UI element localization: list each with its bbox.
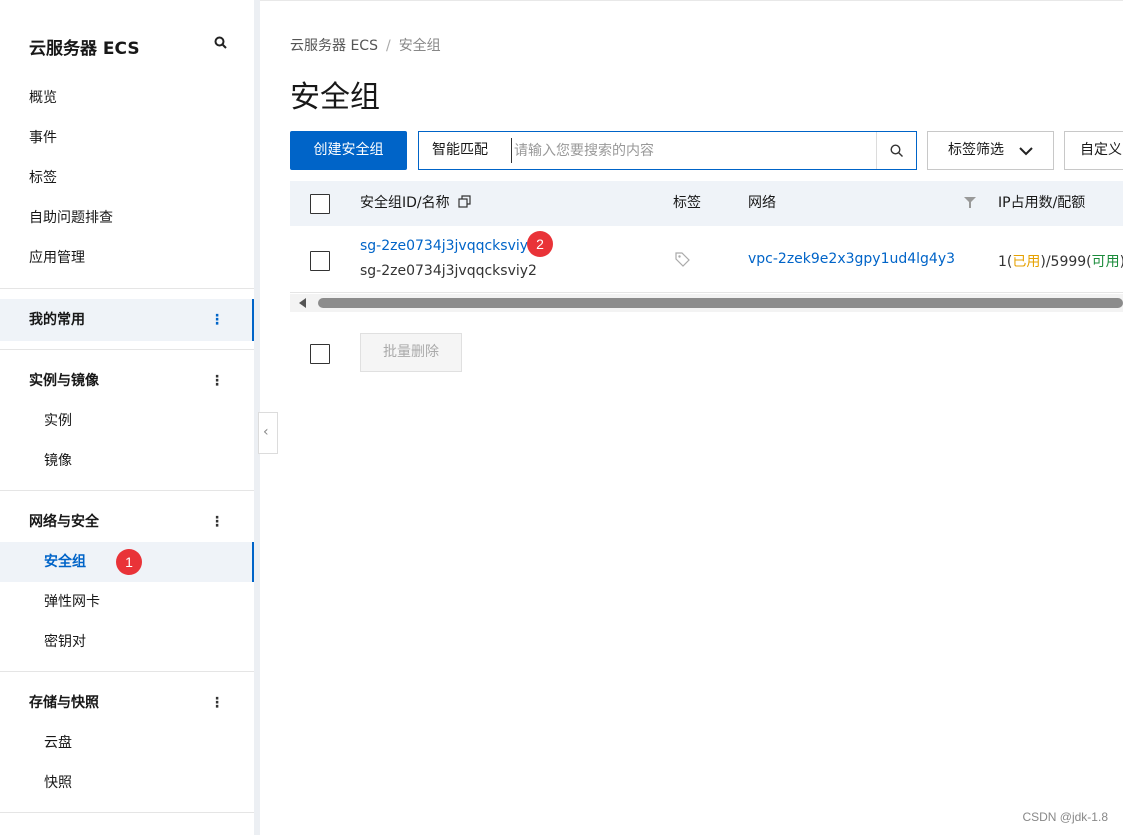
column-header-label: 安全组ID/名称 [360,195,450,211]
column-header-ip-quota: IP占用数/配额 [998,195,1086,211]
sidebar: 云服务器 ECS 概览 事件 标签 自助问题排查 应用管理 我的常用 ⋮ 实例与… [0,0,254,835]
page-title: 安全组 [290,80,380,115]
ip-used-label: 已用 [1012,254,1041,270]
sidebar-divider [0,812,254,813]
sidebar-item-overview[interactable]: 概览 [0,78,254,118]
sidebar-item-instances[interactable]: 实例 [0,401,254,441]
sidebar-section-instances-images[interactable]: 实例与镜像 ⋮ [0,360,254,402]
customize-button[interactable]: 自定义 [1064,131,1123,170]
sidebar-item-images[interactable]: 镜像 [0,441,254,481]
ip-quota: )/5999( [1040,254,1092,270]
search-button[interactable] [876,132,916,169]
table-row: sg-2ze0734j3jvqqcksviy2 sg-2ze0734j3jvqq… [290,226,1123,293]
column-header-network: 网络 [748,195,776,211]
sidebar-divider [0,671,254,672]
ip-suffix: ) [1120,254,1123,270]
search-box: 智能匹配 [418,131,917,170]
sidebar-section-network-security[interactable]: 网络与安全 ⋮ [0,501,254,543]
sidebar-collapse-button[interactable]: ‹ [258,412,278,454]
breadcrumb: 云服务器 ECS / 安全组 [290,35,441,55]
annotation-badge-1: 1 [116,549,142,575]
chevron-left-icon: ‹ [263,424,269,440]
tag-filter-dropdown[interactable]: 标签筛选 [927,131,1054,170]
sidebar-section-label: 存储与快照 [29,695,99,711]
breadcrumb-root[interactable]: 云服务器 ECS [290,38,378,54]
search-icon [890,144,903,157]
copy-icon[interactable] [458,195,471,208]
search-icon[interactable] [214,36,228,50]
sidebar-item-elastic-nic[interactable]: 弹性网卡 [0,582,254,622]
more-icon[interactable]: ⋮ [210,682,224,724]
batch-select-checkbox[interactable] [310,344,330,364]
breadcrumb-separator: / [385,38,391,54]
sidebar-item-tags[interactable]: 标签 [0,158,254,198]
sidebar-divider [0,349,254,350]
batch-delete-button[interactable]: 批量删除 [360,333,462,372]
sidebar-section-storage-snapshots[interactable]: 存储与快照 ⋮ [0,682,254,724]
column-header-id-name: 安全组ID/名称 [360,181,471,226]
watermark: CSDN @jdk-1.8 [1022,810,1108,824]
search-type-select[interactable]: 智能匹配 [419,132,511,169]
sidebar-item-label: 安全组 [44,554,86,570]
annotation-badge-2: 2 [527,231,553,257]
more-icon[interactable]: ⋮ [210,299,224,341]
filter-icon[interactable] [963,196,977,209]
table-header: 安全组ID/名称 标签 网络 IP占用数/配额 [290,181,1123,226]
scroll-left-icon[interactable] [299,298,306,308]
select-all-checkbox[interactable] [310,194,330,214]
row-checkbox[interactable] [310,251,330,271]
ip-used-count: 1( [998,254,1013,270]
tag-filter-label: 标签筛选 [948,142,1004,158]
breadcrumb-current: 安全组 [398,38,441,54]
sidebar-section-favorites[interactable]: 我的常用 ⋮ [0,299,254,341]
chevron-down-icon [1019,147,1033,156]
sidebar-divider [0,288,254,289]
security-group-id-link[interactable]: sg-2ze0734j3jvqqcksviy2 [360,238,537,254]
column-header-tag: 标签 [673,195,701,211]
create-security-group-button[interactable]: 创建安全组 [290,131,407,170]
vpc-link[interactable]: vpc-2zek9e2x3gpy1ud4lg4y3 [748,251,955,267]
sidebar-section-label: 网络与安全 [29,514,99,530]
ip-available-label: 可用 [1091,254,1120,270]
horizontal-scrollbar[interactable] [290,294,1123,312]
sidebar-item-self-diagnosis[interactable]: 自助问题排查 [0,198,254,238]
sidebar-item-app-management[interactable]: 应用管理 [0,238,254,278]
security-group-name: sg-2ze0734j3jvqqcksviy2 [360,263,537,279]
sidebar-item-disks[interactable]: 云盘 [0,723,254,763]
sidebar-title: 云服务器 ECS [29,39,140,59]
tag-icon[interactable] [675,252,690,267]
sidebar-item-events[interactable]: 事件 [0,118,254,158]
sidebar-section-label: 我的常用 [29,312,85,328]
sidebar-item-key-pairs[interactable]: 密钥对 [0,622,254,662]
scrollbar-thumb[interactable] [318,298,1123,308]
ip-quota-value: 1(已用)/5999(可用) [998,251,1123,271]
sidebar-item-snapshots[interactable]: 快照 [0,763,254,803]
more-icon[interactable]: ⋮ [210,360,224,402]
search-input[interactable] [511,138,875,163]
sidebar-divider [0,490,254,491]
more-icon[interactable]: ⋮ [210,501,224,543]
sidebar-section-label: 实例与镜像 [29,373,99,389]
